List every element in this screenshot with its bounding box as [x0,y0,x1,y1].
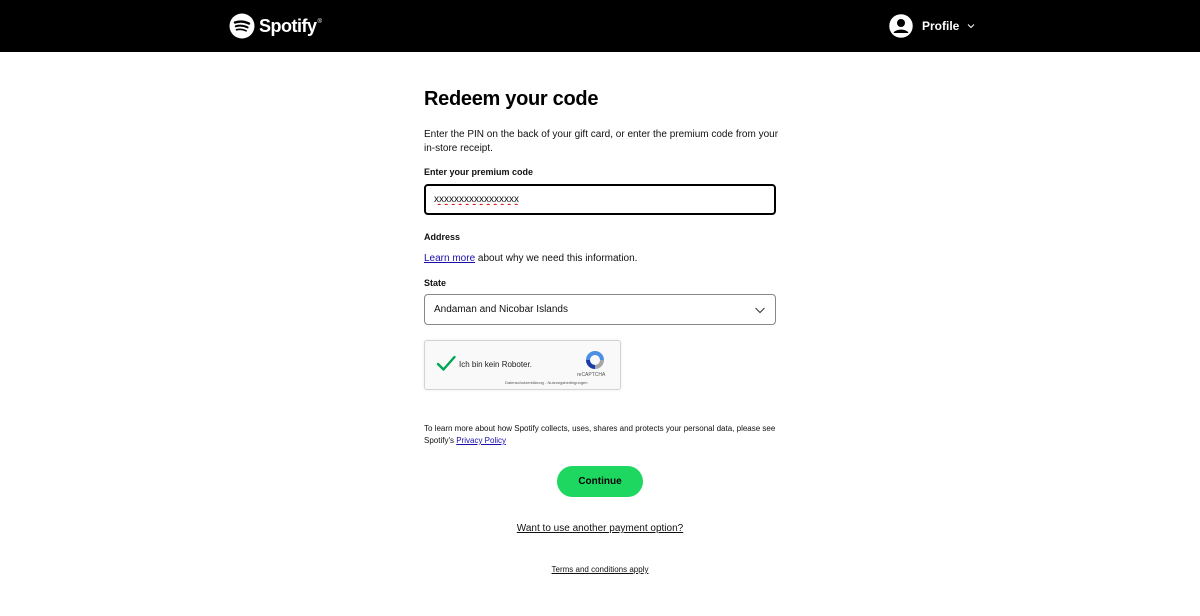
brand-name: Spotify [259,15,317,36]
profile-label: Profile [922,19,960,33]
address-label: Address [424,232,461,242]
state-select[interactable]: Andaman and Nicobar Islands [424,294,776,325]
chevron-down-icon [755,307,765,313]
user-avatar-icon [888,13,914,39]
page-description: Enter the PIN on the back of your gift c… [424,129,779,154]
premium-code-input[interactable] [424,184,776,215]
terms-link[interactable]: Terms and conditions apply [424,565,776,574]
trademark-symbol: ® [317,19,322,25]
top-navigation-bar: Spotify ® Profile [0,0,1200,52]
learn-more-text: about why we need this information. [475,253,638,264]
spotify-logo-icon [229,13,255,39]
chevron-down-icon [967,24,975,29]
recaptcha-widget: Ich bin kein Roboter. reCAPTCHA Datensch… [424,340,621,390]
profile-menu-button[interactable]: Profile [888,13,976,39]
checkmark-icon[interactable] [435,353,457,375]
recaptcha-label: Ich bin kein Roboter. [459,360,532,369]
recaptcha-logo-icon [586,351,604,369]
continue-button[interactable]: Continue [557,466,643,497]
state-selected-value: Andaman and Nicobar Islands [434,304,568,315]
another-payment-link[interactable]: Want to use another payment option? [424,523,776,534]
learn-more-link[interactable]: Learn more [424,253,475,264]
state-field-label: State [424,278,447,288]
recaptcha-brand: reCAPTCHA [577,372,606,378]
privacy-policy-link[interactable]: Privacy Policy [456,436,506,445]
learn-more-line: Learn more about why we need this inform… [424,253,637,264]
code-field-label: Enter your premium code [424,167,534,177]
page-title: Redeem your code [424,88,599,110]
recaptcha-legal-links[interactable]: Datenschutzerklärung - Nutzungsbedingung… [505,380,588,385]
spotify-logo[interactable]: Spotify ® [229,13,322,39]
privacy-notice: To learn more about how Spotify collects… [424,423,776,447]
